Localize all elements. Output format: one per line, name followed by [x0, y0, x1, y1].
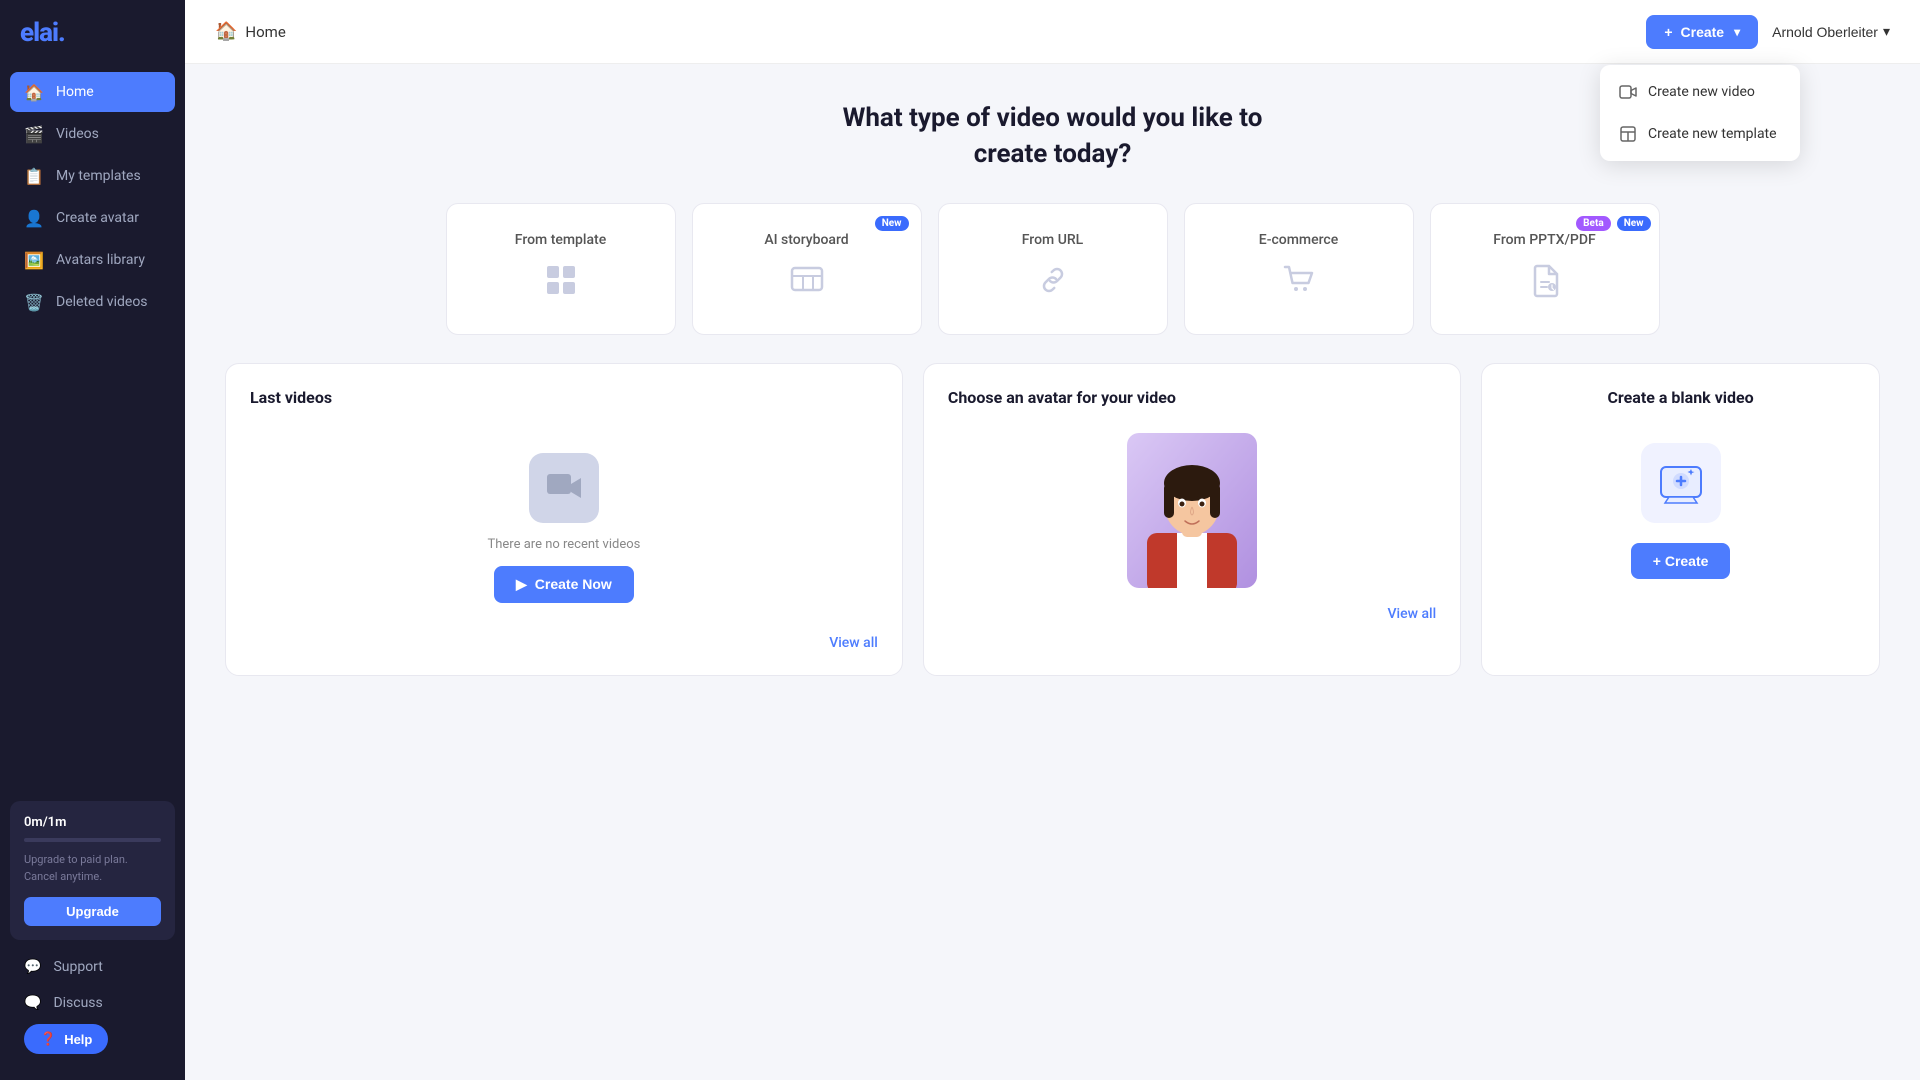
header-right: + Create ▾ Arnold Oberleiter ▾ Crea: [1646, 15, 1890, 49]
avatar-figure: [1127, 433, 1257, 588]
no-videos-icon: [529, 453, 599, 523]
dropdown-item-create-video[interactable]: Create new video: [1600, 71, 1800, 113]
header: 🏠 Home + Create ▾ Arnold Oberleiter ▾: [185, 0, 1920, 64]
templates-icon: 📋: [24, 166, 44, 186]
last-videos-view-all[interactable]: View all: [250, 635, 878, 651]
vtype-card-from-url[interactable]: From URL: [938, 203, 1168, 335]
sidebar-item-label: Videos: [56, 126, 99, 142]
breadcrumb-text: Home: [245, 23, 285, 41]
sidebar-item-create-avatar[interactable]: 👤 Create avatar: [10, 198, 175, 238]
vtype-card-ai-storyboard[interactable]: New AI storyboard: [692, 203, 922, 335]
blank-video-title: Create a blank video: [1506, 388, 1855, 407]
no-videos-text: There are no recent videos: [488, 537, 641, 552]
sidebar-item-label: Deleted videos: [56, 294, 148, 310]
sidebar-item-label: Home: [56, 84, 94, 100]
create-dropdown-menu: Create new video Create new template: [1600, 65, 1800, 161]
blank-video-icon: [1641, 443, 1721, 523]
user-chevron-icon: ▾: [1883, 23, 1890, 40]
create-now-icon: ▶: [516, 576, 527, 593]
vtype-label: From template: [515, 232, 606, 248]
create-video-icon: [1618, 82, 1638, 102]
create-button[interactable]: + Create ▾: [1646, 15, 1758, 49]
choose-avatar-card: Choose an avatar for your video: [923, 363, 1461, 676]
video-icon: 🎬: [24, 124, 44, 144]
dropdown-item-label: Create new video: [1648, 84, 1755, 100]
usage-card: 0m/1m Upgrade to paid plan. Cancel anyti…: [10, 801, 175, 940]
support-icon: 💬: [24, 959, 41, 975]
file-icon: [1527, 262, 1563, 306]
sidebar-item-label: Avatars library: [56, 252, 145, 268]
video-type-cards: From template New AI storyboard: [225, 203, 1880, 335]
bottom-grid: Last videos There are no recent videos ▶…: [225, 363, 1880, 676]
upgrade-button[interactable]: Upgrade: [24, 897, 161, 926]
avatar-card-bottom: View all: [948, 606, 1436, 622]
page-content: What type of video would you like to cre…: [185, 64, 1920, 1080]
sidebar-item-my-templates[interactable]: 📋 My templates: [10, 156, 175, 196]
sidebar-item-label: Create avatar: [56, 210, 139, 226]
header-home-icon: 🏠: [215, 21, 237, 42]
blank-video-card: Create a blank video + Create: [1481, 363, 1880, 676]
sidebar-item-discuss[interactable]: 🗨️ Discuss: [10, 986, 175, 1020]
vtype-card-ecommerce[interactable]: E-commerce: [1184, 203, 1414, 335]
avatar-preview: [948, 423, 1436, 596]
sidebar-item-home[interactable]: 🏠 Home: [10, 72, 175, 112]
chevron-down-icon: ▾: [1734, 25, 1740, 39]
help-button[interactable]: ❓ Help: [24, 1024, 108, 1054]
new-badge-pptx: New: [1617, 216, 1651, 231]
sidebar-item-support[interactable]: 💬 Support: [10, 950, 175, 984]
avatar-view-all[interactable]: View all: [1388, 606, 1437, 622]
help-label: Help: [64, 1032, 92, 1047]
create-now-label: Create Now: [535, 576, 612, 592]
sidebar-item-label: Discuss: [53, 995, 102, 1011]
create-plus-icon: +: [1664, 24, 1672, 40]
create-template-icon: [1618, 124, 1638, 144]
sidebar-item-videos[interactable]: 🎬 Videos: [10, 114, 175, 154]
vtype-label: AI storyboard: [764, 232, 848, 248]
beta-badge: Beta: [1576, 216, 1611, 231]
create-now-button[interactable]: ▶ Create Now: [494, 566, 634, 603]
dropdown-item-create-template[interactable]: Create new template: [1600, 113, 1800, 155]
user-menu-button[interactable]: Arnold Oberleiter ▾: [1772, 23, 1890, 40]
link-icon: [1035, 262, 1071, 306]
usage-bar: [24, 838, 161, 842]
choose-avatar-title: Choose an avatar for your video: [948, 388, 1436, 407]
sidebar-item-label: My templates: [56, 168, 141, 184]
vtype-label: E-commerce: [1259, 232, 1338, 248]
app-logo: elai.: [0, 0, 185, 72]
create-label: Create: [1681, 24, 1725, 40]
home-icon: 🏠: [24, 82, 44, 102]
main-content: 🏠 Home + Create ▾ Arnold Oberleiter ▾: [185, 0, 1920, 1080]
help-icon: ❓: [40, 1031, 56, 1047]
usage-label: 0m/1m: [24, 815, 161, 830]
avatar-icon: 👤: [24, 208, 44, 228]
new-badge: New: [875, 216, 909, 231]
user-name: Arnold Oberleiter: [1772, 24, 1878, 40]
blank-video-create-button[interactable]: + Create: [1631, 543, 1731, 579]
sidebar-item-label: Support: [53, 959, 102, 975]
vtype-card-from-template[interactable]: From template: [446, 203, 676, 335]
grid-icon: [543, 262, 579, 306]
blank-create-label: + Create: [1653, 553, 1709, 569]
storyboard-icon: [789, 262, 825, 306]
dropdown-item-label: Create new template: [1648, 126, 1777, 142]
discuss-icon: 🗨️: [24, 995, 41, 1011]
no-videos-section: There are no recent videos ▶ Create Now: [250, 423, 878, 623]
badge-wrap: Beta New: [1576, 216, 1650, 231]
sidebar-item-avatars-library[interactable]: 🖼️ Avatars library: [10, 240, 175, 280]
breadcrumb: 🏠 Home: [215, 21, 286, 42]
sidebar: elai. 🏠 Home 🎬 Videos 📋 My templates 👤 C…: [0, 0, 185, 1080]
last-videos-title: Last videos: [250, 388, 878, 407]
library-icon: 🖼️: [24, 250, 44, 270]
sidebar-item-deleted-videos[interactable]: 🗑️ Deleted videos: [10, 282, 175, 322]
trash-icon: 🗑️: [24, 292, 44, 312]
cart-icon: [1281, 262, 1317, 306]
last-videos-card: Last videos There are no recent videos ▶…: [225, 363, 903, 676]
sidebar-nav: 🏠 Home 🎬 Videos 📋 My templates 👤 Create …: [0, 72, 185, 801]
vtype-card-from-pptx[interactable]: Beta New From PPTX/PDF: [1430, 203, 1660, 335]
sidebar-bottom: 0m/1m Upgrade to paid plan. Cancel anyti…: [0, 801, 185, 1080]
blank-video-content: + Create: [1506, 423, 1855, 579]
vtype-label: From PPTX/PDF: [1493, 232, 1595, 248]
usage-description: Upgrade to paid plan. Cancel anytime.: [24, 852, 161, 885]
vtype-label: From URL: [1022, 232, 1083, 248]
